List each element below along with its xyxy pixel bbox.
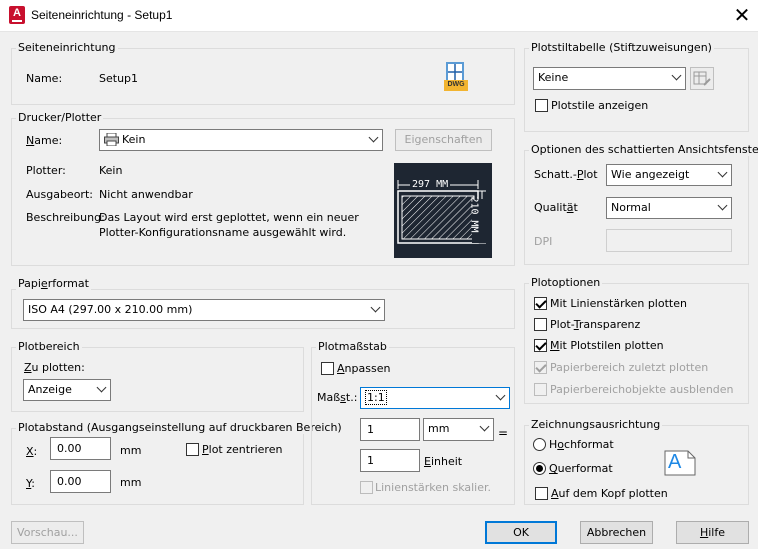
scale-value: 1:1 [365, 390, 387, 405]
setup-name-value: Setup1 [99, 72, 139, 85]
paper-size-select[interactable]: ISO A4 (297.00 x 210.00 mm) [23, 299, 385, 321]
preview-width-label: 297 MM [410, 179, 451, 190]
window-title: Seiteneinrichtung - Setup1 [31, 8, 173, 22]
scale-value1-input[interactable]: 1 [360, 418, 420, 441]
page-setup-group-label: Seiteneinrichtung [16, 41, 118, 54]
offset-y-label: Y: [26, 477, 35, 490]
fit-label: Anpassen [337, 362, 391, 375]
dpi-label: DPI [534, 235, 553, 248]
plot-area-select[interactable]: Anzeige [23, 379, 111, 401]
upside-down-checkbox[interactable] [535, 487, 548, 500]
plot-area-value: Anzeige [28, 383, 72, 396]
lineweights-label: Mit Linienstärken plotten [550, 297, 687, 310]
plotstyle-group-label: Plotstiltabelle (Stiftzuweisungen) [529, 41, 714, 54]
paperspace-last-label: Papierbereich zuletzt plotten [550, 361, 709, 374]
hide-paperspace-label: Papierbereichobjekte ausblenden [550, 383, 734, 396]
plotstyle-group [524, 48, 749, 132]
plotstyle-edit-icon[interactable] [690, 67, 714, 90]
scale-select[interactable]: 1:1 [360, 387, 510, 409]
paperspace-last-checkbox[interactable] [534, 361, 547, 374]
shade-plot-label: Schatt.-Plot [534, 168, 598, 181]
lineweights-checkbox[interactable] [534, 297, 547, 310]
center-plot-checkbox[interactable] [186, 443, 199, 456]
plot-area-group-label: Plotbereich [16, 340, 82, 353]
quality-value: Normal [611, 201, 651, 214]
dpi-input[interactable] [606, 229, 732, 252]
printer-group-label: Drucker/Plotter [16, 111, 104, 124]
center-plot-label: Plot zentrieren [202, 443, 283, 456]
portrait-radio[interactable] [533, 438, 546, 451]
scale-lineweights-checkbox[interactable] [360, 481, 373, 494]
orientation-icon-letter: A [668, 451, 682, 473]
setup-name-label: Name: [26, 72, 63, 85]
offset-x-label: X: [26, 445, 38, 458]
plotstyles-label: Mit Plotstilen plotten [550, 339, 664, 352]
landscape-orientation-icon: A [664, 450, 696, 476]
hide-paperspace-checkbox[interactable] [534, 383, 547, 396]
plot-area-what-label: Zu plotten: [24, 361, 85, 374]
plotstyles-checkbox[interactable] [534, 339, 547, 352]
offset-y-input[interactable]: 0.00 [50, 470, 111, 493]
printer-icon [104, 132, 119, 147]
preview-height-label: 210 MM [468, 196, 480, 233]
show-plotstyles-checkbox[interactable] [535, 99, 548, 112]
offset-x-input[interactable]: 0.00 [50, 437, 111, 460]
landscape-label: Querformat [549, 462, 613, 475]
scale-unit-select[interactable]: mm [423, 418, 494, 441]
close-icon[interactable]: ✕ [730, 2, 754, 28]
portrait-label: Hochformat [549, 438, 614, 451]
plotstyle-select[interactable]: Keine [533, 67, 686, 90]
shade-plot-value: Wie angezeigt [611, 168, 690, 181]
plot-options-group-label: Plotoptionen [529, 276, 603, 289]
transparency-checkbox[interactable] [534, 318, 547, 331]
plot-scale-group-label: Plotmaßstab [316, 340, 389, 353]
ok-button[interactable]: OK [485, 521, 557, 544]
description-line2: Plotter-Konfigurationsname ausgewählt wi… [99, 226, 347, 239]
quality-select[interactable]: Normal [606, 197, 732, 219]
properties-button[interactable]: Eigenschaften [395, 129, 492, 151]
scale-label: Maßst.: [317, 391, 358, 404]
description-label: Beschreibung: [26, 211, 105, 224]
offset-x-unit: mm [120, 444, 142, 457]
printer-name-label: Name: [26, 134, 63, 147]
scale-unit2-label: Einheit [424, 455, 463, 468]
page-setup-group [11, 48, 515, 105]
location-value: Nicht anwendbar [99, 188, 193, 201]
cancel-button[interactable]: Abbrechen [580, 521, 653, 544]
upside-down-label: Auf dem Kopf plotten [551, 487, 668, 500]
fit-checkbox[interactable] [321, 362, 334, 375]
plot-offset-group-label: Plotabstand (Ausgangseinstellung auf dru… [16, 421, 344, 434]
printer-name-select[interactable]: Kein [99, 129, 383, 151]
plotter-label: Plotter: [26, 164, 66, 177]
show-plotstyles-label: Plotstile anzeigen [551, 99, 649, 112]
equals-sign: = [498, 426, 509, 440]
orientation-group-label: Zeichnungsausrichtung [529, 418, 663, 431]
location-label: Ausgabeort: [26, 188, 93, 201]
plotstyle-value: Keine [538, 71, 569, 84]
scale-lineweights-label: Linienstärken skalier. [375, 481, 492, 494]
scale-value2-input[interactable]: 1 [360, 449, 420, 472]
plotter-value: Kein [99, 164, 123, 177]
autocad-app-icon: A [9, 6, 25, 24]
preview-button[interactable]: Vorschau... [11, 521, 84, 544]
shaded-viewport-group-label: Optionen des schattierten Ansichtsfenste… [529, 143, 758, 156]
scale-unit-value: mm [428, 422, 450, 435]
paper-size-group-label: Papierformat [16, 277, 91, 290]
offset-y-unit: mm [120, 476, 142, 489]
dwg-icon-text: DWG [447, 81, 465, 88]
transparency-label: Plot-Transparenz [550, 318, 641, 331]
help-button[interactable]: Hilfe [676, 521, 749, 544]
shade-plot-select[interactable]: Wie angezeigt [606, 164, 732, 186]
paper-size-value: ISO A4 (297.00 x 210.00 mm) [28, 303, 193, 316]
printer-name-value: Kein [122, 133, 146, 146]
quality-label: Qualität [534, 201, 578, 214]
landscape-radio[interactable] [533, 462, 546, 475]
paper-preview: 297 MM 210 MM [394, 163, 492, 258]
description-line1: Das Layout wird erst geplottet, wenn ein… [99, 211, 359, 224]
